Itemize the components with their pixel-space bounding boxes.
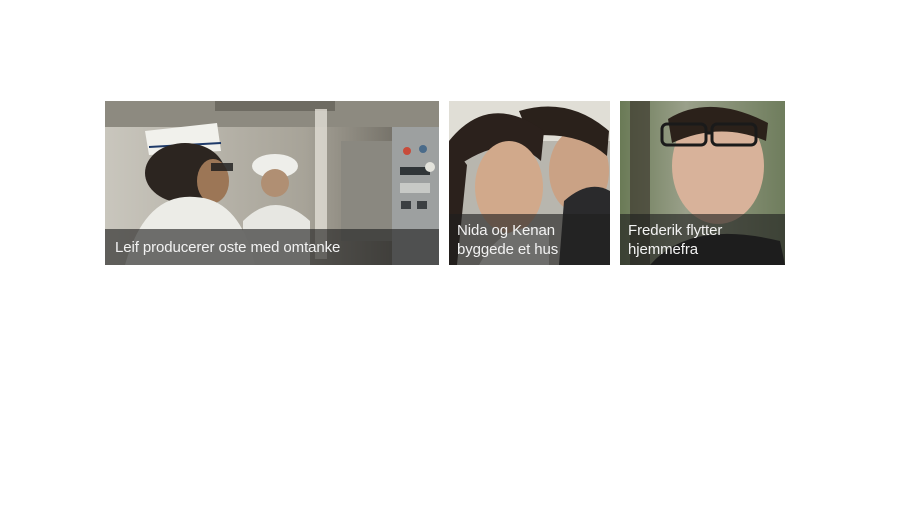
story-caption[interactable]: Leif producerer oste med omtanke: [105, 229, 439, 265]
story-caption[interactable]: Frederik flytter hjemmefra: [620, 214, 785, 265]
story-tile-cheese[interactable]: Leif producerer oste med omtanke: [105, 101, 439, 265]
story-tile-house[interactable]: Nida og Kenan byggede et hus: [449, 101, 610, 265]
story-tile-moving[interactable]: Frederik flytter hjemmefra: [620, 101, 785, 265]
story-caption[interactable]: Nida og Kenan byggede et hus: [449, 214, 610, 265]
